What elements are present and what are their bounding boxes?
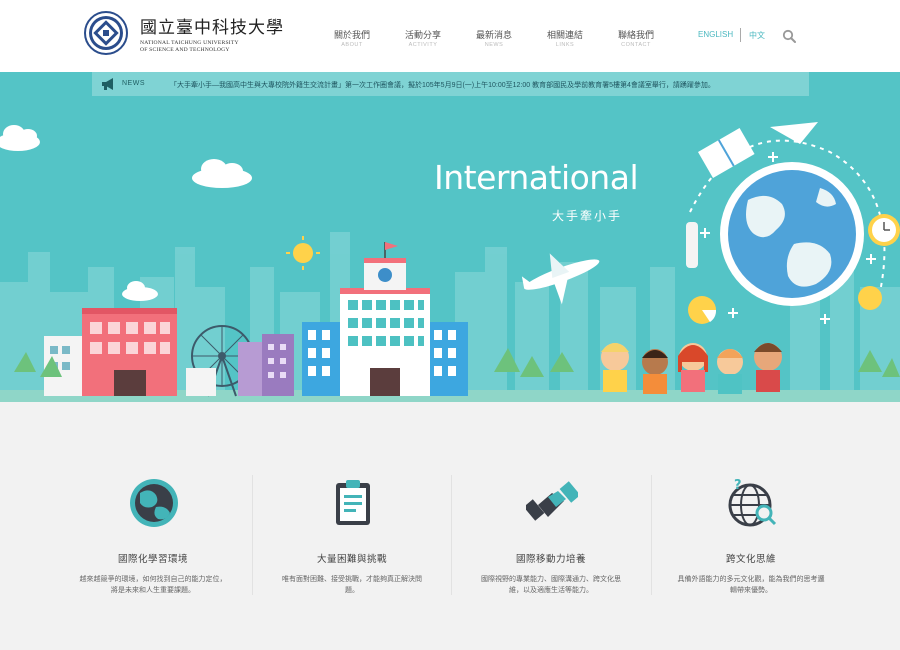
hero-title: International [434, 158, 639, 197]
lang-divider [740, 28, 741, 42]
logo-chinese-name: 國立臺中科技大學 [140, 18, 284, 38]
logo-english-line1: NATIONAL TAICHUNG UNIVERSITY [140, 40, 239, 46]
feature-title: 國際移動力培養 [515, 554, 586, 565]
feature-cross-culture[interactable]: ? 跨文化思維 具備外語能力的多元文化觀，能為我們的思考邏輯帶來優勢。 [651, 474, 851, 624]
lang-chinese-link[interactable]: 中文 [749, 30, 765, 41]
search-icon[interactable] [782, 29, 796, 43]
news-ticker[interactable]: NEWS 「大手牽小手—我國高中生與大專校院外籍生交流計畫」第一次工作圈會議，擬… [92, 72, 809, 96]
nav-label: 關於我們 [333, 30, 370, 40]
nav-news[interactable]: 最新消息 NEWS [464, 30, 524, 50]
feature-title: 大量困難與挑戰 [316, 554, 387, 565]
logo-english-name: NATIONAL TAICHUNG UNIVERSITY OF SCIENCE … [140, 40, 239, 53]
megaphone-icon [102, 78, 113, 90]
feature-title: 國際化學習環境 [117, 554, 188, 565]
handshake-icon [526, 481, 578, 521]
clipboard-icon [336, 480, 370, 525]
nav-about[interactable]: 關於我們 ABOUT [322, 30, 382, 50]
feature-title: 跨文化思維 [725, 554, 776, 565]
nav-sublabel: ACTIVITY [408, 42, 438, 48]
nav-label: 聯絡我們 [617, 30, 654, 40]
globe-search-icon: ? [728, 478, 777, 527]
nav-contact[interactable]: 聯絡我們 CONTACT [606, 30, 666, 50]
news-headline[interactable]: 「大手牽小手—我國高中生與大專校院外籍生交流計畫」第一次工作圈會議，擬於105年… [170, 80, 715, 90]
nav-label: 相關連結 [546, 30, 583, 40]
main-nav: 關於我們 ABOUT 活動分享 ACTIVITY 最新消息 NEWS 相關連結 … [322, 30, 662, 52]
nav-sublabel: LINKS [555, 42, 575, 48]
nav-label: 最新消息 [475, 30, 512, 40]
feature-description: 越來越競爭的環境，如何找到自己的能力定位，將是未來和人生重要課題。 [79, 576, 227, 594]
site-header: 國立臺中科技大學 NATIONAL TAICHUNG UNIVERSITY OF… [0, 0, 900, 72]
nav-links[interactable]: 相關連結 LINKS [535, 30, 595, 50]
feature-challenges[interactable]: 大量困難與挑戰 唯有面對困難、接受挑戰，才能夠真正解決問題。 [252, 474, 452, 624]
nav-activity[interactable]: 活動分享 ACTIVITY [393, 30, 453, 50]
hero-subtitle: 大手牽小手 [552, 209, 623, 223]
globe-icon [130, 479, 178, 527]
logo-wordmark: 國立臺中科技大學 NATIONAL TAICHUNG UNIVERSITY OF… [140, 13, 283, 57]
nav-sublabel: CONTACT [621, 42, 651, 48]
news-label: NEWS [122, 80, 145, 87]
logo-english-line2: OF SCIENCE AND TECHNOLOGY [140, 46, 230, 53]
feature-mobility[interactable]: 國際移動力培養 國際視野的專業能力、國際溝通力、跨文化思維，以及適應生活等能力。 [451, 474, 651, 624]
svg-text:?: ? [734, 478, 742, 493]
feature-description: 唯有面對困難、接受挑戰，才能夠真正解決問題。 [282, 576, 422, 594]
university-logo[interactable]: 國立臺中科技大學 NATIONAL TAICHUNG UNIVERSITY OF… [84, 11, 283, 57]
nav-label: 活動分享 [404, 30, 441, 40]
feature-description: 國際視野的專業能力、國際溝通力、跨文化思維，以及適應生活等能力。 [481, 576, 621, 594]
news-tag: NEWS [92, 72, 150, 96]
hero-illustration [0, 122, 900, 402]
feature-description: 具備外語能力的多元文化觀，能為我們的思考邏輯帶來優勢。 [677, 576, 825, 594]
nav-sublabel: ABOUT [341, 42, 363, 48]
feature-international-environment[interactable]: 國際化學習環境 越來越競爭的環境，如何找到自己的能力定位，將是未來和人生重要課題… [53, 474, 253, 624]
seal-icon [84, 11, 128, 55]
lang-english-link[interactable]: ENGLISH [698, 30, 733, 39]
nav-sublabel: NEWS [484, 42, 504, 48]
